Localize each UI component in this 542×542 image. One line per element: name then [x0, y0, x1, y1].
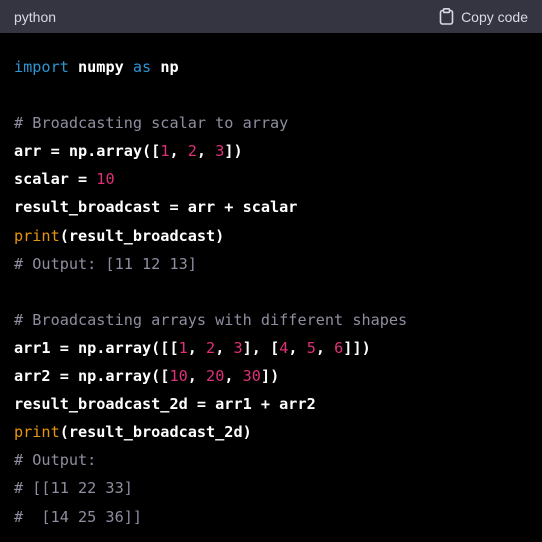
code-text: , [224, 367, 243, 386]
language-label: python [14, 8, 57, 25]
number-literal: 10 [96, 170, 115, 189]
code-line: result_broadcast = arr + scalar [14, 198, 298, 217]
code-comment: # Broadcasting arrays with different sha… [14, 310, 408, 329]
number-literal: 30 [242, 367, 261, 386]
number-literal: 2 [187, 142, 197, 161]
clipboard-icon [439, 8, 454, 25]
code-content: import numpy as np # Broadcasting scalar … [0, 33, 542, 542]
code-block-header: python Copy code [0, 0, 542, 33]
code-text: ]) [260, 367, 280, 386]
code-comment: # [[11 22 33] [14, 479, 133, 498]
code-line: arr = np.array([1, 2, 3]) [14, 137, 528, 165]
code-text: , [169, 142, 188, 161]
code-text: , [288, 338, 307, 357]
code-text: ]]) [343, 338, 371, 357]
code-text: arr = np.array([ [14, 142, 161, 161]
number-literal: 3 [233, 338, 243, 357]
copy-code-button[interactable]: Copy code [439, 8, 528, 25]
number-literal: 1 [178, 338, 188, 357]
keyword: as [132, 58, 152, 76]
number-literal: 3 [215, 142, 225, 161]
code-text: numpy [68, 58, 133, 76]
code-comment: # Broadcasting scalar to array [14, 114, 289, 133]
number-literal: 5 [306, 338, 316, 357]
code-text: (result_broadcast) [59, 226, 225, 245]
code-line: result_broadcast_2d = arr1 + arr2 [14, 395, 316, 414]
number-literal: 10 [169, 367, 188, 386]
builtin-function: print [14, 226, 60, 245]
code-line: scalar = 10 [14, 165, 528, 193]
code-text: (result_broadcast_2d) [59, 423, 252, 442]
code-text: , [215, 338, 234, 357]
code-text: ]) [224, 142, 243, 161]
keyword: import [14, 58, 69, 76]
copy-code-label: Copy code [461, 8, 528, 25]
code-text: scalar = [14, 170, 97, 189]
code-comment: # Output: [14, 451, 97, 470]
code-line: print(result_broadcast) [14, 222, 528, 250]
code-line: arr1 = np.array([[1, 2, 3], [4, 5, 6]]) [14, 334, 528, 362]
code-line: arr2 = np.array([10, 20, 30]) [14, 362, 528, 390]
code-text: ], [ [242, 338, 280, 357]
code-text: , [315, 338, 335, 357]
number-literal: 2 [206, 338, 216, 357]
number-literal: 6 [334, 338, 344, 357]
code-text: , [187, 338, 207, 357]
code-text: arr2 = np.array([ [14, 367, 170, 386]
code-text: np [151, 58, 179, 76]
code-text: , [196, 142, 216, 161]
code-line: import numpy as np [14, 53, 528, 81]
code-line: print(result_broadcast_2d) [14, 418, 528, 446]
code-text: , [187, 367, 207, 386]
builtin-function: print [14, 423, 60, 442]
number-literal: 20 [206, 367, 225, 386]
code-text: arr1 = np.array([[ [14, 338, 179, 357]
code-block: python Copy code import numpy as np # Bro… [0, 0, 542, 542]
code-comment: # Output: [11 12 13] [14, 254, 197, 273]
code-comment: # [14 25 36]] [14, 507, 143, 526]
